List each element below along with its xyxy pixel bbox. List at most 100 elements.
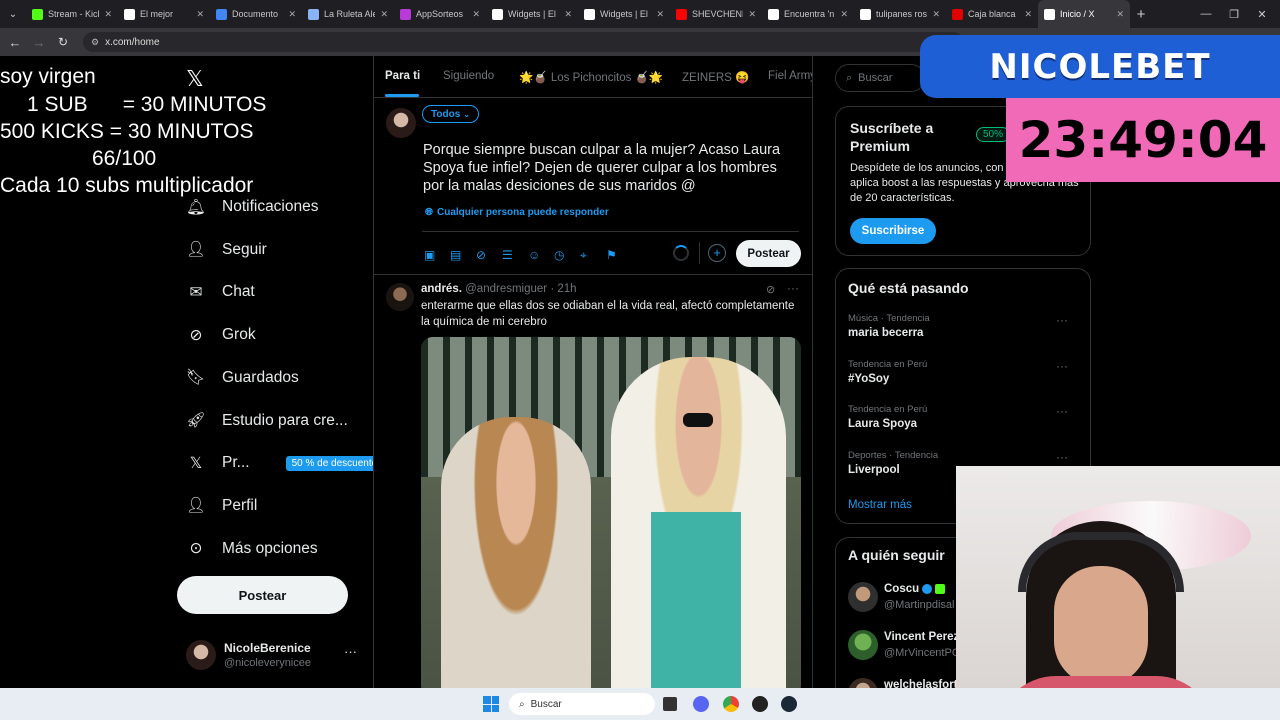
sidebar-item-seguir[interactable]: 👤︎ Seguir: [186, 232, 267, 268]
browser-tab[interactable]: Documento ✕: [210, 0, 302, 28]
more-dots-icon[interactable]: ···: [344, 644, 357, 659]
browser-tab[interactable]: AppSorteos ✕: [394, 0, 486, 28]
tab-label: SHEVCHENK: [692, 9, 744, 19]
close-icon[interactable]: ✕: [564, 9, 572, 20]
emoji-icon[interactable]: ☺: [528, 248, 554, 262]
sidebar-item-guardados[interactable]: 🔖︎ Guardados: [186, 360, 299, 396]
sidebar-item-chat[interactable]: ✉ Chat: [186, 274, 255, 310]
chrome-icon[interactable]: [723, 696, 739, 712]
composer-post-button[interactable]: Postear: [736, 240, 801, 267]
grok-icon[interactable]: ⊘: [766, 283, 775, 296]
tab-favicon-icon: [676, 8, 687, 20]
browser-tab[interactable]: Caja blanca ✕: [946, 0, 1038, 28]
back-button[interactable]: ←: [3, 35, 27, 50]
location-icon[interactable]: ⌖: [580, 248, 606, 263]
forward-button[interactable]: →: [27, 35, 51, 50]
composer-input[interactable]: Porque siempre buscan culpar a la mujer?…: [423, 141, 798, 195]
more-dots-icon[interactable]: ···: [1056, 359, 1068, 373]
trend-item[interactable]: Tendencia en Perú #YoSoy ···: [848, 359, 1080, 385]
tweet-time[interactable]: · 21h: [550, 283, 576, 295]
steam-icon[interactable]: [781, 696, 797, 712]
more-dots-icon[interactable]: ···: [1056, 313, 1068, 327]
trend-meta: Música · Tendencia: [848, 313, 930, 324]
reply-settings[interactable]: 🌐︎ Cualquier persona puede responder: [425, 207, 609, 218]
more-dots-icon[interactable]: ···: [1056, 450, 1068, 464]
trend-meta: Deportes · Tendencia: [848, 449, 939, 461]
tweet-media-image[interactable]: [421, 337, 801, 688]
windows-start-icon[interactable]: [483, 696, 499, 712]
browser-tab[interactable]: El mejor ✕: [118, 0, 210, 28]
tab-label: La Ruleta Ale: [324, 9, 376, 19]
tab-favicon-icon: [584, 8, 595, 20]
reload-button[interactable]: ↻: [51, 35, 75, 49]
add-post-icon[interactable]: +: [708, 244, 726, 262]
sidebar-item-grok[interactable]: ⊘ Grok: [186, 317, 256, 353]
discord-icon[interactable]: [693, 696, 709, 712]
site-info-icon[interactable]: ⚙: [91, 37, 99, 48]
browser-tab[interactable]: Widgets | El ✕: [578, 0, 670, 28]
x-logo-icon[interactable]: 𝕏: [186, 66, 204, 92]
close-icon[interactable]: ✕: [748, 9, 756, 20]
browser-tab[interactable]: SHEVCHENK ✕: [670, 0, 762, 28]
tweet-handle[interactable]: @andresmiguer: [465, 283, 547, 295]
sidebar-item-más-opciones[interactable]: ⊙ Más opciones: [186, 531, 318, 567]
trend-name: Laura Spoya: [848, 418, 918, 430]
tab-label: Widgets | El: [508, 9, 556, 19]
tab-label: tulipanes ros: [876, 9, 928, 19]
browser-tab[interactable]: tulipanes ros ✕: [854, 0, 946, 28]
image-icon[interactable]: ▣: [424, 248, 450, 262]
tab-fiel-army[interactable]: Fiel Army: [768, 70, 812, 82]
grok-icon[interactable]: ⊘: [476, 248, 502, 262]
close-icon[interactable]: ✕: [380, 9, 388, 20]
close-icon[interactable]: ✕: [196, 9, 204, 20]
browser-tab[interactable]: Stream - Kick ✕: [26, 0, 118, 28]
taskbar-search[interactable]: ⌕ Buscar: [509, 693, 655, 715]
search-input[interactable]: ⌕ Buscar: [835, 64, 925, 92]
poll-icon[interactable]: ☰: [502, 248, 528, 262]
subscribe-button[interactable]: Suscribirse: [850, 218, 936, 244]
tab-siguiendo[interactable]: Siguiendo: [443, 70, 494, 82]
trend-item[interactable]: Tendencia en Perú Laura Spoya ···: [848, 404, 1080, 430]
close-icon[interactable]: ✕: [1024, 9, 1032, 20]
show-more-link[interactable]: Mostrar más: [848, 499, 912, 511]
tab-list-chevron-icon[interactable]: ⌄: [0, 9, 26, 20]
close-icon[interactable]: ✕: [472, 9, 480, 20]
close-icon[interactable]: ✕: [840, 9, 848, 20]
task-view-icon[interactable]: [663, 697, 677, 711]
post-button[interactable]: Postear: [177, 576, 348, 614]
obs-icon[interactable]: [752, 696, 768, 712]
browser-tab[interactable]: La Ruleta Ale ✕: [302, 0, 394, 28]
close-window-button[interactable]: ✕: [1242, 0, 1280, 28]
browser-tab[interactable]: Encuentra 'n ✕: [762, 0, 854, 28]
more-dots-icon[interactable]: ···: [1056, 404, 1068, 418]
sidebar-item-perfil[interactable]: 👤︎ Perfil: [186, 488, 257, 524]
close-icon[interactable]: ✕: [932, 9, 940, 20]
sidebar-item-estudio-para-cre[interactable]: 🚀︎ Estudio para cre...: [186, 403, 348, 439]
account-switcher[interactable]: NicoleBerenice @nicoleverynicee ···: [186, 640, 357, 672]
tab-los-pichoncitos[interactable]: 🌟🧉 Los Pichoncitos 🧉🌟: [519, 70, 663, 84]
tweet[interactable]: andrés. @andresmiguer · 21h ⊘ ··· entera…: [374, 275, 812, 688]
tab-zeiners[interactable]: ZEINERS 😝: [682, 70, 749, 84]
trend-item[interactable]: Música · Tendencia maria becerra ···: [848, 313, 1080, 339]
close-icon[interactable]: ✕: [1116, 9, 1124, 20]
new-tab-button[interactable]: +: [1130, 6, 1152, 23]
more-dots-icon[interactable]: ···: [787, 281, 799, 295]
sidebar-item-notificaciones[interactable]: 🔔︎ Notificaciones: [186, 189, 318, 225]
close-icon[interactable]: ✕: [288, 9, 296, 20]
flag-icon[interactable]: ⚑: [606, 248, 632, 262]
tab-favicon-icon: [400, 8, 411, 20]
gif-icon[interactable]: ▤: [450, 248, 476, 262]
tab-label: Encuentra 'n: [784, 9, 835, 19]
browser-tab[interactable]: Inicio / X ✕: [1038, 0, 1130, 28]
audience-selector[interactable]: Todos ⌄: [422, 105, 479, 123]
close-icon[interactable]: ✕: [104, 9, 112, 20]
teal-top: [651, 512, 741, 688]
url-field[interactable]: ⚙ x.com/home: [83, 32, 963, 52]
tab-para-ti[interactable]: Para ti: [385, 70, 420, 82]
browser-tab[interactable]: Widgets | El ✕: [486, 0, 578, 28]
tweet-author[interactable]: andrés.: [421, 283, 462, 295]
schedule-icon[interactable]: ◷: [554, 248, 580, 262]
composer-toolbar: ▣ ▤ ⊘ ☰ ☺ ◷ ⌖ ⚑: [424, 246, 632, 264]
sidebar-item-pr[interactable]: 𝕏 Pr... 50 % de descuento: [186, 445, 384, 481]
close-icon[interactable]: ✕: [656, 9, 664, 20]
